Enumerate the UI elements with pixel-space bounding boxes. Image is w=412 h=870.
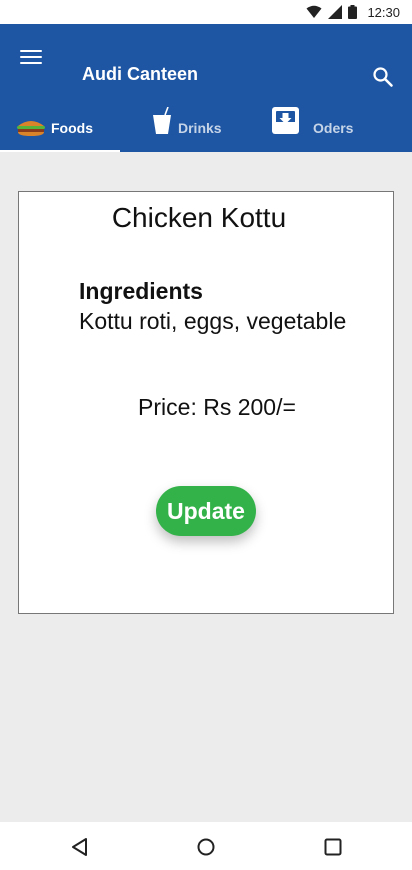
home-icon[interactable] <box>195 836 217 858</box>
food-name: Chicken Kottu <box>111 202 287 233</box>
ingredients-text: Kottu roti, eggs, vegetable <box>79 308 347 334</box>
battery-icon <box>348 5 358 19</box>
burger-icon <box>17 121 45 136</box>
app-bar: Audi Canteen Foods Drinks Oders <box>0 24 412 152</box>
tab-oders[interactable]: Oders <box>260 104 412 152</box>
price-text: Price: Rs 200/= <box>138 394 296 420</box>
tab-drinks-label: Drinks <box>178 120 222 136</box>
status-time: 12:30 <box>367 4 400 20</box>
status-bar: 12:30 <box>0 0 412 24</box>
ingredients-heading: Ingredients <box>79 278 203 304</box>
signal-icon <box>328 5 343 19</box>
tab-indicator <box>0 150 120 152</box>
update-button[interactable]: Update <box>156 486 256 536</box>
tab-drinks[interactable]: Drinks <box>120 104 260 152</box>
menu-icon[interactable] <box>20 50 42 68</box>
tab-foods[interactable]: Foods <box>0 104 120 152</box>
tab-oders-label: Oders <box>313 120 354 136</box>
cup-icon <box>153 107 171 134</box>
back-icon[interactable] <box>69 836 91 858</box>
inbox-download-icon <box>272 107 299 134</box>
wifi-icon <box>306 5 322 18</box>
food-card: Chicken Kottu Ingredients Kottu roti, eg… <box>18 191 394 614</box>
system-nav-bar <box>0 822 412 870</box>
app-title: Audi Canteen <box>82 64 199 84</box>
recents-icon[interactable] <box>322 836 344 858</box>
tab-foods-label: Foods <box>51 120 93 136</box>
search-icon[interactable] <box>372 66 394 88</box>
tab-bar: Foods Drinks Oders <box>0 104 412 152</box>
